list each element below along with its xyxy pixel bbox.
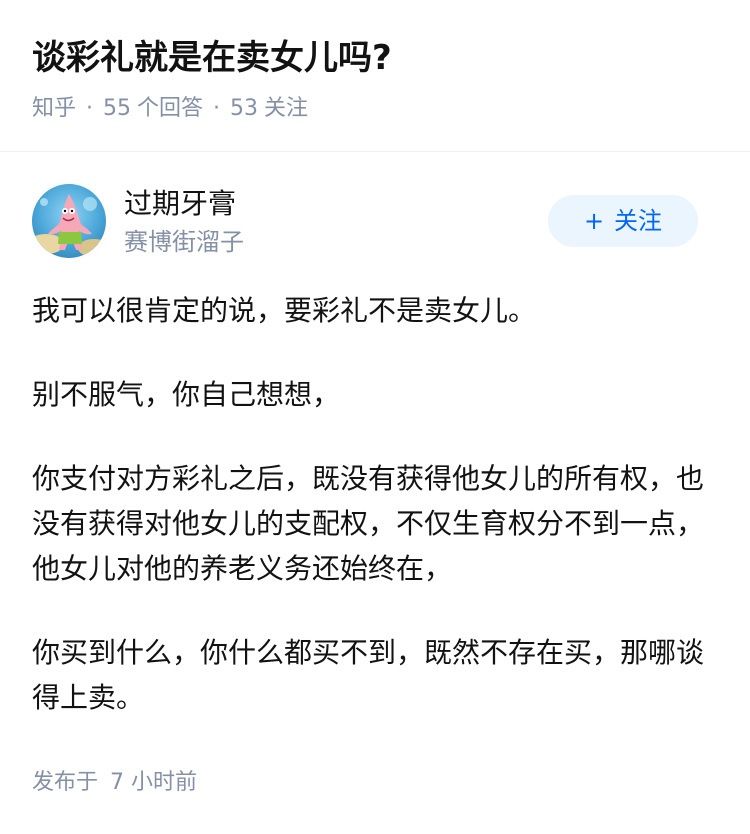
published-label: 发布于 bbox=[32, 770, 99, 795]
question-meta: 知乎 · 55 个回答 · 53 关注 bbox=[32, 94, 718, 124]
answer-count: 55 bbox=[103, 96, 132, 121]
author-name[interactable]: 过期牙膏 bbox=[124, 186, 236, 222]
answer-paragraph: 别不服气，你自己想想， bbox=[32, 378, 341, 411]
answer-paragraph: 你买到什么，你什么都买不到，既然不存在买，那哪谈得上卖。 bbox=[32, 636, 705, 714]
plus-icon: + bbox=[583, 207, 605, 235]
follow-button[interactable]: + 关注 bbox=[548, 195, 698, 247]
separator-dot: · bbox=[86, 96, 94, 121]
separator-dot: · bbox=[213, 96, 221, 121]
publish-info: 发布于 7 小时前 bbox=[32, 768, 197, 798]
follower-count: 53 bbox=[230, 96, 259, 121]
avatar-patrick-icon[interactable] bbox=[32, 184, 106, 258]
author-card: 过期牙膏 赛博街溜子 + 关注 bbox=[32, 184, 698, 260]
follower-count-label: 关注 bbox=[264, 96, 309, 121]
author-bio: 赛博街溜子 bbox=[124, 228, 244, 256]
answer-paragraph: 我可以很肯定的说，要彩礼不是卖女儿。 bbox=[32, 294, 537, 327]
question-header: 谈彩礼就是在卖女儿吗? 知乎 · 55 个回答 · 53 关注 bbox=[32, 30, 718, 124]
published-time: 7 小时前 bbox=[110, 770, 198, 795]
question-title[interactable]: 谈彩礼就是在卖女儿吗? bbox=[32, 30, 718, 86]
follow-button-label: 关注 bbox=[614, 207, 663, 235]
answer-count-label: 个回答 bbox=[137, 96, 204, 121]
header-divider bbox=[0, 151, 750, 152]
answer-paragraph: 你支付对方彩礼之后，既没有获得他女儿的所有权，也没有获得对他女儿的支配权，不仅生… bbox=[32, 462, 705, 585]
answer-content: 我可以很肯定的说，要彩礼不是卖女儿。 别不服气，你自己想想， 你支付对方彩礼之后… bbox=[32, 288, 712, 720]
source-label[interactable]: 知乎 bbox=[32, 96, 76, 121]
